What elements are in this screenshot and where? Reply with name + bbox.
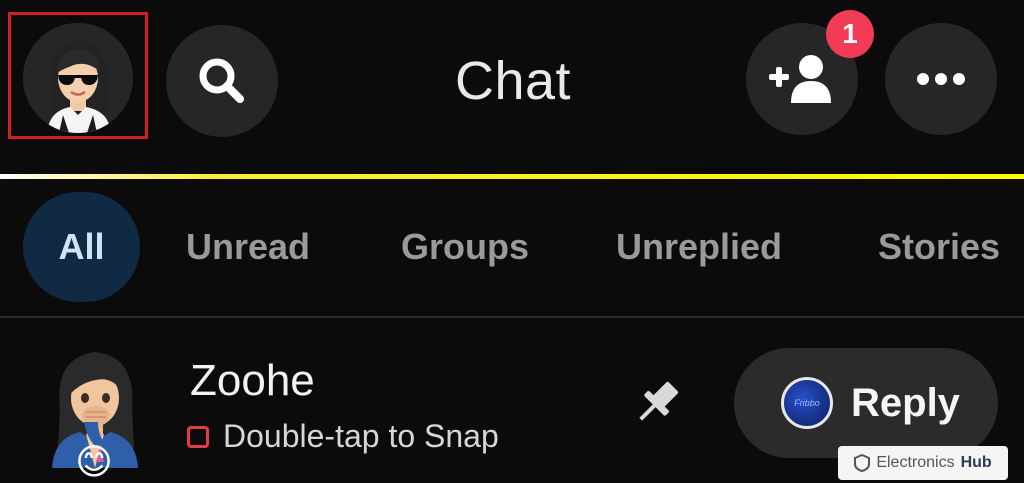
- more-icon: [917, 73, 965, 85]
- chat-status: Double-tap to Snap: [187, 418, 499, 455]
- search-icon: [199, 58, 244, 103]
- new-snap-icon: [187, 425, 209, 448]
- friend-name: Zoohe: [190, 356, 315, 405]
- bitmoji-avatar-icon: [23, 23, 133, 133]
- header-accent-line: [0, 174, 1024, 179]
- status-text: Double-tap to Snap: [223, 418, 499, 454]
- reply-button[interactable]: Fribbo Reply: [734, 348, 998, 458]
- reply-label: Reply: [851, 380, 960, 425]
- header: Chat 1: [0, 0, 1024, 172]
- watermark-suffix: Hub: [960, 454, 992, 471]
- chat-screen: Chat 1 All Unread Groups Unreplied Stori…: [0, 0, 1024, 483]
- watermark-logo-icon: [854, 454, 871, 472]
- profile-avatar-button[interactable]: [23, 23, 133, 133]
- search-button[interactable]: [166, 25, 278, 137]
- watermark-brand: Electronics: [876, 454, 955, 471]
- tab-groups[interactable]: Groups: [401, 192, 529, 302]
- friend-emoji: 😊: [75, 441, 113, 482]
- reply-thumbnail: Fribbo: [781, 377, 833, 429]
- tab-all[interactable]: All: [23, 192, 140, 302]
- pin-icon: [639, 381, 679, 421]
- friend-avatar[interactable]: 😊: [40, 338, 150, 482]
- page-title: Chat: [454, 51, 572, 111]
- tab-unread[interactable]: Unread: [186, 192, 310, 302]
- tab-unreplied[interactable]: Unreplied: [616, 192, 782, 302]
- add-friend-icon: [769, 55, 831, 103]
- notification-badge: 1: [826, 10, 874, 58]
- more-options-button[interactable]: [885, 23, 997, 135]
- watermark: Electronics Hub: [838, 446, 1008, 480]
- filter-tabs: All Unread Groups Unreplied Stories: [0, 192, 1024, 310]
- tab-stories[interactable]: Stories: [878, 192, 1000, 302]
